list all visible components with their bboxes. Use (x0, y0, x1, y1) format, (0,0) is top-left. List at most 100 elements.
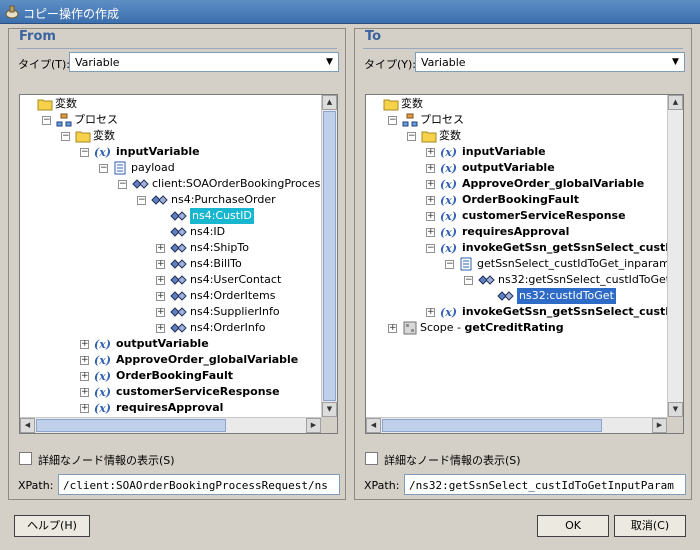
tree-row[interactable]: − payload (20, 160, 337, 176)
svg-text:(x): (x) (94, 386, 111, 399)
tree-row[interactable]: 変数 (366, 96, 683, 112)
ok-button[interactable]: OK (537, 515, 609, 537)
tree-row[interactable]: + (x) OrderBookingFault (366, 192, 683, 208)
collapse-toggle-icon[interactable]: − (80, 148, 89, 157)
tree-row[interactable]: + (x) inputVariable (366, 144, 683, 160)
tree-row[interactable]: ns32:custIdToGet (366, 288, 683, 304)
scroll-right-button[interactable]: ▶ (652, 418, 667, 433)
scroll-thumb[interactable] (323, 111, 336, 401)
to-detail-checkbox[interactable] (365, 452, 378, 465)
expand-toggle-icon[interactable]: + (426, 196, 435, 205)
expand-toggle-icon[interactable]: + (80, 388, 89, 397)
chevron-down-icon[interactable]: ▼ (321, 53, 338, 71)
chevron-down-icon[interactable]: ▼ (667, 53, 684, 71)
tree-row-label: ns4:ID (190, 225, 226, 238)
collapse-toggle-icon[interactable]: − (99, 164, 108, 173)
expand-toggle-icon[interactable]: + (426, 148, 435, 157)
horizontal-scrollbar[interactable]: ◀ ▶ (366, 417, 667, 433)
from-xpath-field[interactable]: /client:SOAOrderBookingProcessRequest/ns (58, 474, 340, 495)
expand-toggle-icon[interactable]: + (80, 372, 89, 381)
expand-toggle-icon[interactable]: + (426, 164, 435, 173)
tree-row[interactable]: − client:SOAOrderBookingProcessRequest (20, 176, 337, 192)
to-xpath-field[interactable]: /ns32:getSsnSelect_custIdToGetInputParam (404, 474, 686, 495)
expand-toggle-icon[interactable]: + (80, 404, 89, 413)
scroll-up-button[interactable]: ▲ (322, 95, 337, 110)
tree-row[interactable]: + (x) ApproveOrder_globalVariable (366, 176, 683, 192)
tree-row[interactable]: + (x) outputVariable (20, 336, 337, 352)
scroll-left-button[interactable]: ◀ (20, 418, 35, 433)
tree-row[interactable]: + (x) ApproveOrder_globalVariable (20, 352, 337, 368)
tree-row[interactable]: − 変数 (20, 128, 337, 144)
tree-row[interactable]: + (x) outputVariable (366, 160, 683, 176)
tree-row[interactable]: + ns4:OrderInfo (20, 320, 337, 336)
tree-row[interactable]: − ns32:getSsnSelect_custIdToGetInputParam… (366, 272, 683, 288)
collapse-toggle-icon[interactable]: − (42, 116, 51, 125)
to-type-select[interactable]: Variable ▼ (415, 52, 685, 72)
tree-row[interactable]: + (x) OrderBookingFault (20, 368, 337, 384)
tree-row[interactable]: + ns4:BillTo (20, 256, 337, 272)
expand-toggle-icon[interactable]: + (80, 340, 89, 349)
tree-row-label: 変数 (439, 129, 461, 142)
cancel-button[interactable]: 取消(C) (614, 515, 686, 537)
expand-toggle-icon[interactable]: + (426, 308, 435, 317)
tree-row[interactable]: 変数 (20, 96, 337, 112)
scroll-down-button[interactable]: ▼ (322, 402, 337, 417)
expand-toggle-icon[interactable]: + (426, 228, 435, 237)
tree-row[interactable]: + (x) requiresApproval (20, 400, 337, 416)
expand-toggle-icon[interactable]: + (156, 308, 165, 317)
collapse-toggle-icon[interactable]: − (61, 132, 70, 141)
expand-toggle-icon[interactable]: + (426, 212, 435, 221)
tree-row-label: 変数 (93, 129, 115, 142)
scroll-left-button[interactable]: ◀ (366, 418, 381, 433)
tree-row[interactable]: + Scope - getCreditRating (366, 320, 683, 336)
svg-text:(x): (x) (440, 210, 457, 223)
expand-toggle-icon[interactable]: + (80, 356, 89, 365)
tree-row[interactable]: − ns4:PurchaseOrder (20, 192, 337, 208)
vertical-scrollbar[interactable]: ▲ ▼ (321, 95, 337, 417)
scroll-up-button[interactable]: ▲ (668, 95, 683, 110)
from-detail-checkbox[interactable] (19, 452, 32, 465)
collapse-toggle-icon[interactable]: − (388, 116, 397, 125)
tree-row[interactable]: − (x) inputVariable (20, 144, 337, 160)
from-tree[interactable]: 変数 − プロセス − 変数 − (x) inputVariable − payload − clie… (19, 94, 338, 434)
expand-toggle-icon[interactable]: + (156, 292, 165, 301)
collapse-toggle-icon[interactable]: − (407, 132, 416, 141)
collapse-toggle-icon[interactable]: − (426, 244, 435, 253)
variable-icon: (x) (94, 401, 114, 417)
expand-toggle-icon[interactable]: + (156, 276, 165, 285)
tree-row[interactable]: + (x) customerServiceResponse (20, 384, 337, 400)
to-tree[interactable]: 変数 − プロセス − 変数 + (x) inputVariable + (x) outputVar… (365, 94, 684, 434)
expand-toggle-icon[interactable]: + (156, 324, 165, 333)
tree-row[interactable]: −(x) invokeGetSsn_getSsnSelect_custIdToGe… (366, 240, 683, 256)
help-button[interactable]: ヘルプ(H) (14, 515, 90, 537)
tree-row[interactable]: ns4:ID (20, 224, 337, 240)
tree-row[interactable]: + (x) invokeGetSsn_getSsnSelect_custIdToGe… (366, 304, 683, 320)
scroll-down-button[interactable]: ▼ (668, 402, 683, 417)
tree-row[interactable]: + (x) customerServiceResponse (366, 208, 683, 224)
scroll-right-button[interactable]: ▶ (306, 418, 321, 433)
tree-row[interactable]: + (x) requiresApproval (366, 224, 683, 240)
expand-toggle-icon[interactable]: + (388, 324, 397, 333)
tree-row[interactable]: − 変数 (366, 128, 683, 144)
horizontal-scrollbar[interactable]: ◀ ▶ (20, 417, 321, 433)
tree-row[interactable]: + ns4:SupplierInfo (20, 304, 337, 320)
tree-row[interactable]: + ns4:UserContact (20, 272, 337, 288)
scroll-thumb[interactable] (36, 419, 226, 432)
collapse-toggle-icon[interactable]: − (464, 276, 473, 285)
svg-text:(x): (x) (440, 306, 457, 319)
collapse-toggle-icon[interactable]: − (445, 260, 454, 269)
vertical-scrollbar[interactable]: ▲ ▼ (667, 95, 683, 417)
collapse-toggle-icon[interactable]: − (137, 196, 146, 205)
from-type-select[interactable]: Variable ▼ (69, 52, 339, 72)
expand-toggle-icon[interactable]: + (156, 260, 165, 269)
tree-row[interactable]: − プロセス (366, 112, 683, 128)
tree-row[interactable]: + ns4:OrderItems (20, 288, 337, 304)
tree-row[interactable]: + ns4:ShipTo (20, 240, 337, 256)
tree-row[interactable]: − プロセス (20, 112, 337, 128)
expand-toggle-icon[interactable]: + (156, 244, 165, 253)
collapse-toggle-icon[interactable]: − (118, 180, 127, 189)
expand-toggle-icon[interactable]: + (426, 180, 435, 189)
scroll-thumb[interactable] (382, 419, 602, 432)
tree-row[interactable]: ns4:CustID (20, 208, 337, 224)
tree-row[interactable]: − getSsnSelect_custIdToGet_inparameters (366, 256, 683, 272)
